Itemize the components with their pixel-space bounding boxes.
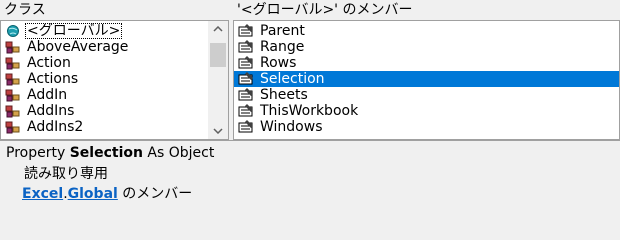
member-item-label: Parent (260, 23, 305, 39)
class-module-icon (5, 89, 20, 102)
scroll-up-button[interactable] (208, 21, 228, 37)
class-item-label: Action (27, 55, 71, 71)
member-item-range[interactable]: Range (234, 39, 619, 55)
member-kind: Property (6, 145, 66, 161)
class-item-actions[interactable]: Actions (1, 71, 208, 87)
property-icon (238, 88, 253, 101)
class-item-label: AddIn (27, 87, 68, 103)
property-icon (238, 40, 253, 53)
globe-icon (7, 25, 19, 37)
property-icon (238, 104, 253, 117)
library-link[interactable]: Excel (22, 186, 63, 202)
member-of-text: のメンバー (122, 186, 193, 202)
member-item-parent[interactable]: Parent (234, 23, 619, 39)
property-icon (238, 56, 253, 69)
class-module-icon (5, 105, 20, 118)
readonly-text: 読み取り専用 (24, 166, 108, 182)
class-module-icon (5, 41, 20, 54)
members-pane-header: '<グローバル>' のメンバー (233, 0, 620, 20)
member-item-label: Sheets (260, 87, 308, 103)
member-item-label: Rows (260, 55, 297, 71)
class-item-label: Actions (27, 71, 79, 87)
member-item-label: Windows (260, 119, 323, 135)
scroll-down-button[interactable] (208, 123, 228, 139)
class-module-icon (5, 73, 20, 86)
chevron-up-icon (213, 26, 223, 32)
scroll-thumb[interactable] (210, 43, 226, 67)
member-item-label: Range (260, 39, 305, 55)
member-signature: Property Selection As Object (6, 145, 214, 161)
member-item-thisworkbook[interactable]: ThisWorkbook (234, 103, 619, 119)
classes-list[interactable]: <グローバル> AboveAverage Action Actions AddI… (0, 20, 229, 140)
class-item-label: <グローバル> (25, 23, 123, 39)
class-item-addins[interactable]: AddIns (1, 103, 208, 119)
class-item-label: AddIns (27, 103, 75, 119)
details-pane: Property Selection As Object 読み取り専用 Exce… (0, 140, 620, 210)
classes-pane-header: クラス (0, 0, 229, 20)
class-item-label: AddIns2 (27, 119, 84, 135)
class-item-action[interactable]: Action (1, 55, 208, 71)
class-item-label: AboveAverage (27, 39, 129, 55)
member-item-sheets[interactable]: Sheets (234, 87, 619, 103)
class-module-icon (5, 121, 20, 134)
member-of-line: Excel.Global のメンバー (22, 183, 192, 203)
property-icon (238, 24, 253, 37)
chevron-down-icon (213, 128, 223, 134)
member-item-rows[interactable]: Rows (234, 55, 619, 71)
member-item-label: ThisWorkbook (260, 103, 359, 119)
member-item-label: Selection (260, 71, 325, 87)
members-list[interactable]: Parent Range Rows Selection Sheets ThisW… (233, 20, 620, 140)
class-module-icon (5, 57, 20, 70)
member-name: Selection (69, 145, 143, 161)
class-item-global[interactable]: <グローバル> (1, 23, 208, 39)
property-icon (238, 120, 253, 133)
property-icon (238, 72, 253, 85)
member-type: As Object (147, 145, 215, 161)
classes-scrollbar[interactable] (208, 21, 228, 139)
class-item-addins2[interactable]: AddIns2 (1, 119, 208, 135)
member-item-windows[interactable]: Windows (234, 119, 619, 135)
class-link[interactable]: Global (68, 186, 118, 202)
class-item-aboveaverage[interactable]: AboveAverage (1, 39, 208, 55)
class-item-addin[interactable]: AddIn (1, 87, 208, 103)
member-item-selection[interactable]: Selection (234, 71, 619, 87)
